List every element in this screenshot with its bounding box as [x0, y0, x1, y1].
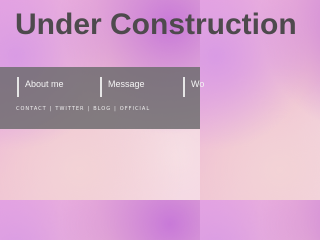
sub-links: CONTACT | TWITTER | BLOG | OFFICIAL — [16, 106, 150, 114]
main-menu: About me Message Wo — [0, 77, 204, 97]
separator: | — [87, 106, 91, 112]
twitter-link[interactable]: TWITTER — [55, 106, 84, 112]
separator: | — [114, 106, 117, 112]
menu-item-message[interactable]: Message — [100, 77, 145, 97]
contact-link[interactable]: CONTACT — [16, 106, 47, 112]
menu-item-wo[interactable]: Wo — [183, 77, 204, 97]
menu-item-about-me[interactable]: About me — [17, 77, 64, 97]
site-title: Under Construction — [15, 8, 297, 41]
separator: | — [49, 106, 53, 112]
blog-link[interactable]: BLOG — [93, 106, 111, 112]
official-link[interactable]: OFFICIAL — [120, 106, 150, 112]
nav-bar: About me Message Wo CONTACT | TWITTER | BLOG… — [0, 67, 204, 129]
